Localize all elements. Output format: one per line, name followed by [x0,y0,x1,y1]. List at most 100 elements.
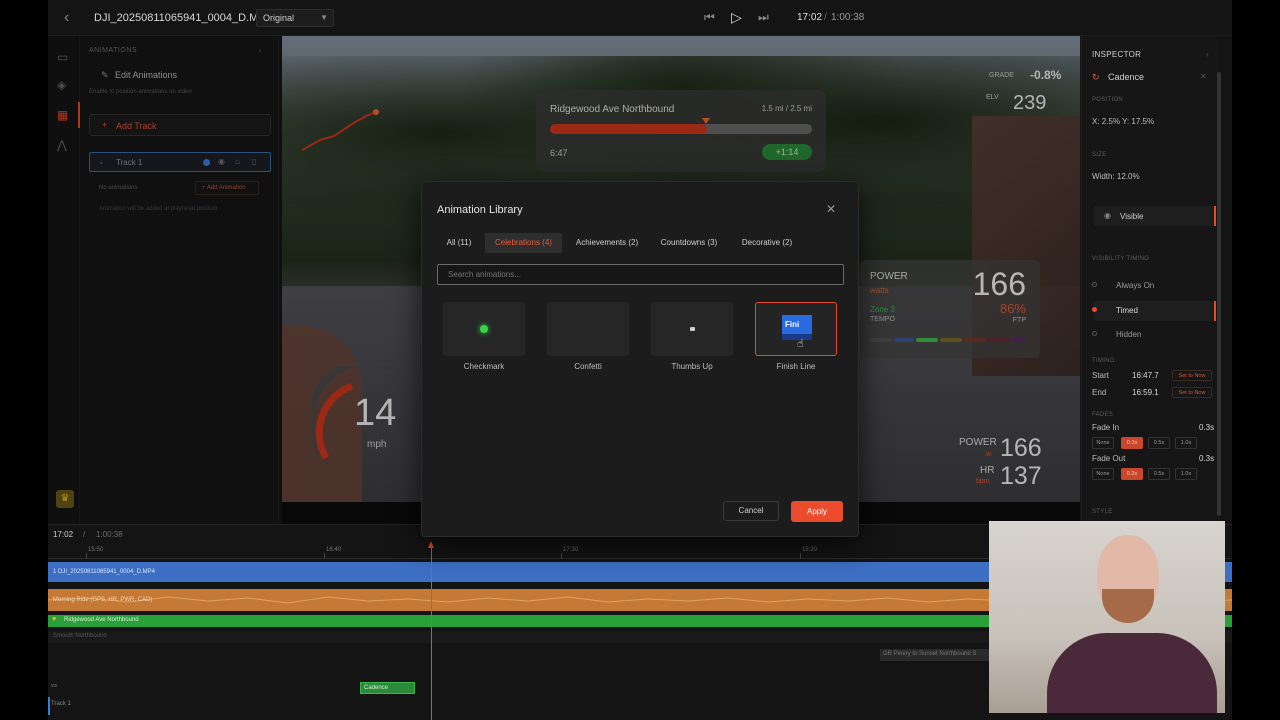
play-icon[interactable]: ▷ [731,9,742,26]
tab-decorative[interactable]: Decorative (2) [735,233,799,253]
tab-all[interactable]: All (11) [441,233,477,253]
animation-card-label: Confetti [574,362,602,371]
inspector-element-name: Cadence [1108,72,1145,82]
close-icon[interactable]: ✕ [1200,72,1207,81]
tab-countdowns[interactable]: Countdowns (3) [656,233,722,253]
fade-in-option-1.0s[interactable]: 1.0s [1175,437,1197,449]
end-value[interactable]: 16:59.1 [1132,388,1159,397]
heart-icon: ♥ [52,616,57,623]
segment-clip[interactable]: GR Pinery to Sunset Northbound S [880,649,990,661]
fade-out-option-none[interactable]: None [1092,468,1114,480]
current-time: 17:02 [797,12,823,23]
timeline-current-time: 17:02 [53,530,74,539]
fade-out-value: 0.3s [1199,454,1215,463]
fade-in-label: Fade In [1092,423,1120,432]
timeline-total: 1:00:38 [96,530,123,539]
ruler-label: 17:30 [563,547,579,553]
position-section-label: POSITION [1092,97,1124,103]
vis-track-label: vis [51,683,58,689]
animation-card-label: Checkmark [463,362,505,371]
radio-hidden[interactable] [1092,331,1097,336]
eye-icon: ◉ [1104,211,1111,220]
track-1-label: Track 1 [51,701,71,707]
start-set-now-button[interactable]: Set to Now [1172,370,1212,381]
finish-flag-preview: Fini [782,315,812,334]
back-arrow-icon[interactable]: ‹ [64,9,78,27]
file-name: DJI_20250811065941_0004_D.MP4 [94,12,272,24]
fade-in-option-0.5s[interactable]: 0.5s [1148,437,1170,449]
fade-out-label: Fade Out [1092,454,1126,463]
person-shirt [1047,633,1217,713]
visibility-timing-label: VISIBILITY TIMING [1092,256,1150,262]
position-value[interactable]: X: 2.5% Y: 17.5% [1092,117,1154,126]
thumbs-up-preview-icon [690,327,695,331]
tab-celebrations[interactable]: Celebrations (4) [485,233,562,253]
animation-card-confetti[interactable] [547,302,629,356]
timing-section-label: TIMING [1092,358,1115,364]
fade-in-option-none[interactable]: None [1092,437,1114,449]
style-section-label: STYLE [1092,509,1113,515]
ruler-label: 15:50 [88,547,104,553]
always-on-label[interactable]: Always On [1116,281,1154,290]
ruler-tick [324,553,325,559]
radio-timed[interactable] [1092,307,1097,312]
playhead-handle[interactable] [428,541,434,548]
chevron-down-icon: ▼ [320,13,328,22]
hidden-label[interactable]: Hidden [1116,330,1141,339]
quality-value: Original [263,13,295,23]
inspector-panel: INSPECTOR › ↻ Cadence ✕ POSITION X: 2.5%… [1081,36,1217,524]
search-input[interactable] [437,264,844,285]
fade-out-option-1.0s[interactable]: 1.0s [1175,468,1197,480]
fade-out-option-0.5s[interactable]: 0.5s [1148,468,1170,480]
inspector-scrollbar[interactable] [1217,72,1221,516]
timed-label[interactable]: Timed [1116,306,1138,315]
quality-select[interactable]: Original ▼ [256,9,334,27]
video-clip-label: 1 DJI_20250811065941_0004_D.MP4 [53,569,155,575]
total-duration: 1:00:38 [831,12,865,23]
ruler-tick [561,553,562,559]
visible-active-bar [1214,206,1216,226]
skip-forward-icon[interactable]: ⏭ [758,10,769,25]
person-beard [1102,589,1154,623]
skip-back-icon[interactable]: ⏮ [704,10,715,25]
visible-toggle[interactable]: ◉ Visible [1094,206,1216,226]
track-1-marker [48,697,50,715]
start-value[interactable]: 16:47.7 [1132,371,1159,380]
visible-label: Visible [1120,212,1144,221]
apply-button[interactable]: Apply [791,501,843,522]
webcam-overlay [989,521,1225,713]
modal-title: Animation Library [437,204,523,216]
cancel-button[interactable]: Cancel [723,501,779,521]
end-label: End [1092,388,1107,397]
fades-section-label: FADES [1092,412,1114,418]
top-bar: ‹ DJI_20250811065941_0004_D.MP4 Original… [48,0,1232,36]
tab-achievements[interactable]: Achievements (2) [571,233,643,253]
cadence-clip[interactable]: Cadence [360,682,415,694]
time-separator: / [824,12,827,23]
fade-out-option-0.3s[interactable]: 0.3s [1121,468,1143,480]
animation-card-checkmark[interactable] [443,302,525,356]
start-label: Start [1092,371,1109,380]
ruler-label: 18:20 [802,547,818,553]
close-icon[interactable]: ✕ [826,202,836,216]
animation-card-thumbs-up[interactable] [651,302,733,356]
chevron-right-icon[interactable]: › [1206,50,1209,59]
end-set-now-button[interactable]: Set to Now [1172,387,1212,398]
animation-card-label: Thumbs Up [671,362,713,371]
ruler-tick [800,553,801,559]
fade-in-value: 0.3s [1199,423,1215,432]
ride-data-label: Morning Ride (GPS, HR, PWR, CAD) [53,597,153,603]
ruler-tick [86,553,87,559]
hand-cursor-icon: ☝ [797,338,804,350]
ruler-label: 16:40 [326,547,342,553]
timed-option-row[interactable] [1094,301,1216,321]
size-value[interactable]: Width: 12.0% [1092,172,1140,181]
size-section-label: SIZE [1092,152,1107,158]
refresh-icon: ↻ [1092,72,1100,82]
timed-active-bar [1214,301,1216,321]
animation-card-finish-line[interactable]: Fini ☝ [755,302,837,356]
fade-in-option-0.3s[interactable]: 0.3s [1121,437,1143,449]
radio-always-on[interactable] [1092,282,1097,287]
animation-library-modal: Animation Library ✕ All (11) Celebration… [421,181,859,537]
playhead-line[interactable] [431,543,432,720]
